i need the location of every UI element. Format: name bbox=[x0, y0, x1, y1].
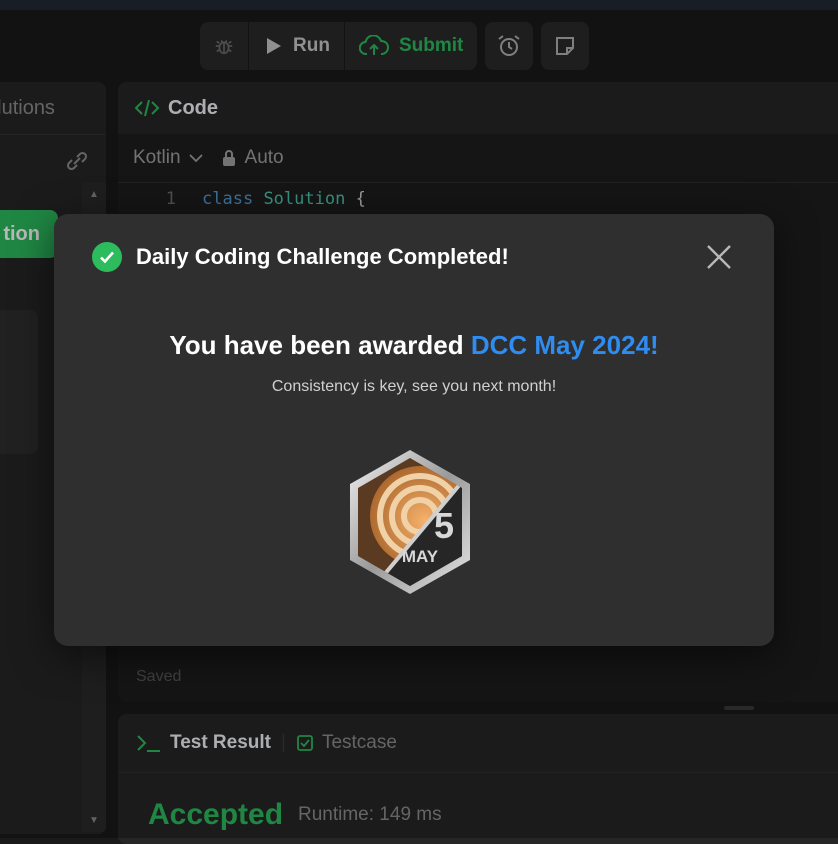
badge-day: 5 bbox=[434, 505, 454, 546]
close-button[interactable] bbox=[704, 242, 734, 272]
award-badge-name[interactable]: DCC May 2024! bbox=[471, 330, 659, 360]
award-prefix: You have been awarded bbox=[169, 330, 471, 360]
check-circle-icon bbox=[92, 242, 122, 272]
award-modal: Daily Coding Challenge Completed! You ha… bbox=[54, 214, 774, 646]
monthly-badge-icon: 5 MAY bbox=[350, 450, 470, 594]
modal-title: Daily Coding Challenge Completed! bbox=[136, 244, 509, 269]
badge-month: MAY bbox=[402, 547, 439, 566]
close-icon bbox=[707, 245, 731, 269]
modal-header: Daily Coding Challenge Completed! bbox=[92, 242, 509, 272]
award-message: You have been awarded DCC May 2024! bbox=[54, 330, 774, 361]
modal-subtitle: Consistency is key, see you next month! bbox=[271, 378, 557, 395]
